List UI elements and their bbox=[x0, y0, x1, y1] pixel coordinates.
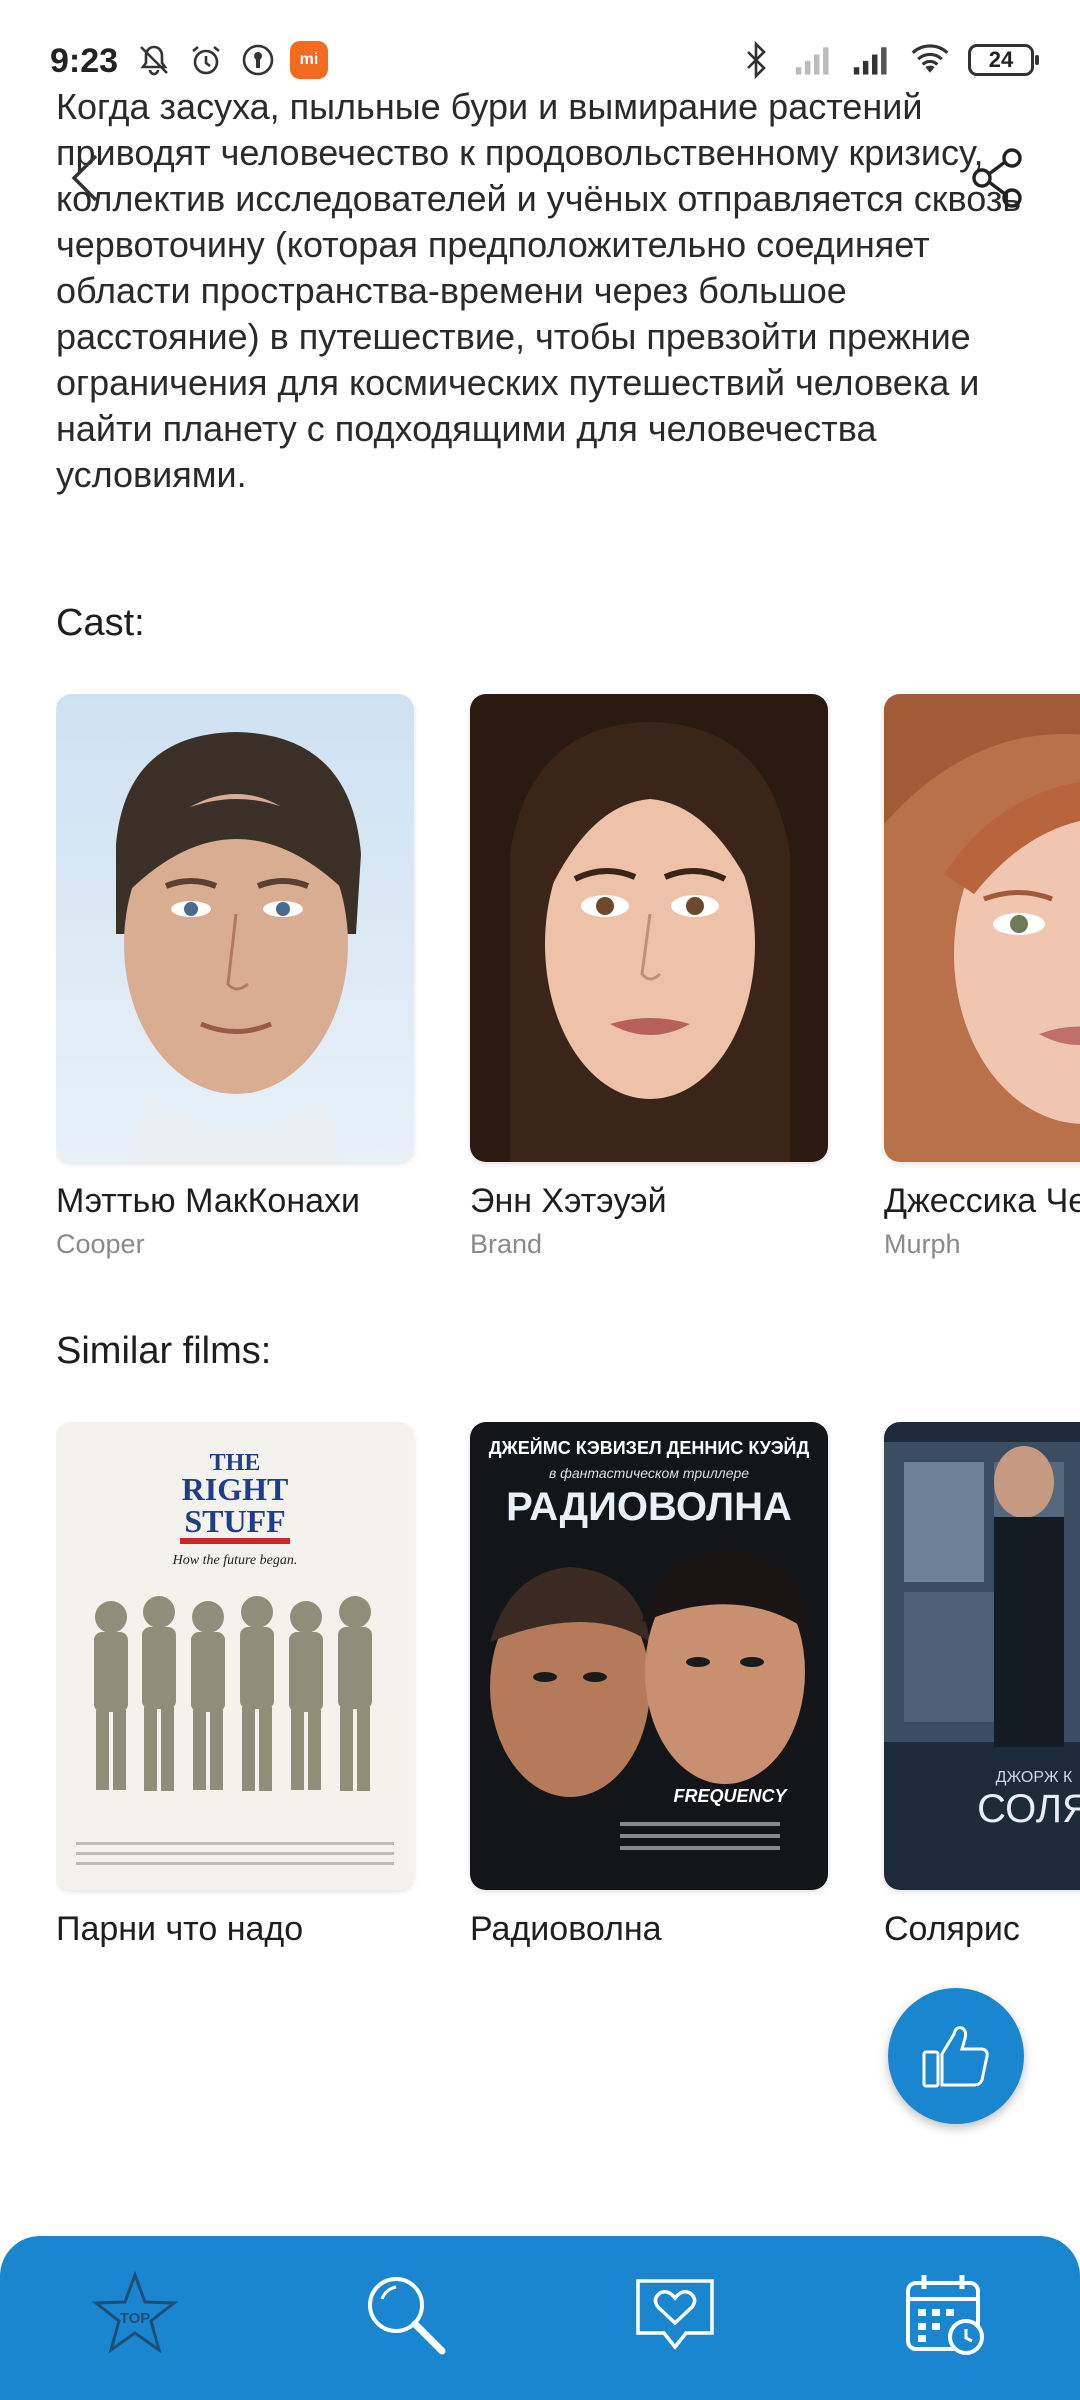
actor-role: Cooper bbox=[56, 1229, 145, 1259]
thumbs-up-icon bbox=[922, 2026, 989, 2088]
cast-card[interactable]: Энн Хэтэуэй Brand bbox=[470, 694, 828, 1260]
nav-search[interactable] bbox=[345, 2254, 465, 2374]
alarm-icon bbox=[186, 40, 226, 80]
film-title: Радиоволна bbox=[470, 1910, 662, 1948]
like-button[interactable] bbox=[888, 1988, 1024, 2124]
film-card[interactable]: ДЖОРЖ К СОЛЯ Солярис bbox=[884, 1422, 1080, 1949]
poster-text: РАДИОВОЛНА bbox=[506, 1485, 792, 1529]
actor-photo bbox=[56, 694, 414, 1162]
cast-card[interactable]: Джессика Честейн Murph bbox=[884, 694, 1080, 1260]
poster-text: How the future began. bbox=[172, 1553, 298, 1568]
bluetooth-icon bbox=[736, 40, 776, 80]
actor-role: Murph bbox=[884, 1229, 961, 1259]
poster-text: ДЖОРЖ К bbox=[996, 1769, 1073, 1786]
status-time: 9:23 bbox=[50, 42, 119, 80]
cast-section-title: Cast: bbox=[56, 602, 145, 644]
film-title: Солярис bbox=[884, 1910, 1020, 1948]
nav-top-label: TOP bbox=[120, 2310, 151, 2327]
nav-favorites[interactable] bbox=[615, 2254, 735, 2374]
actor-photo bbox=[884, 694, 1080, 1162]
calendar-clock-icon bbox=[906, 2275, 984, 2355]
nav-top-films[interactable]: TOP bbox=[75, 2254, 195, 2374]
bell-off-icon bbox=[134, 40, 174, 80]
poster-text: СОЛЯ bbox=[977, 1787, 1080, 1831]
film-poster: ДЖЕЙМС КЭВИЗЕЛ ДЕННИС КУЭЙД в фантастиче… bbox=[470, 1422, 828, 1890]
chevron-left-icon bbox=[71, 154, 98, 202]
similar-films-carousel[interactable]: THE RIGHT STUFF How the future began. Па… bbox=[56, 1422, 1080, 1962]
cast-carousel[interactable]: Мэттью МакКонахи Cooper Энн Хэтэуэй Bran… bbox=[56, 694, 1080, 1274]
actor-name: Мэттью МакКонахи bbox=[56, 1182, 360, 1220]
search-icon bbox=[368, 2277, 446, 2355]
actor-name: Джессика Честейн bbox=[884, 1182, 1080, 1220]
battery-indicator: 24 bbox=[968, 44, 1039, 76]
poster-text: FREQUENCY bbox=[673, 1786, 788, 1806]
signal-weak-icon bbox=[794, 40, 834, 80]
film-card[interactable]: ДЖЕЙМС КЭВИЗЕЛ ДЕННИС КУЭЙД в фантастиче… bbox=[470, 1422, 828, 1949]
nav-calendar[interactable] bbox=[885, 2254, 1005, 2374]
status-system-icons: 24 bbox=[736, 40, 1039, 80]
bottom-navigation: TOP bbox=[0, 2236, 1080, 2400]
mi-app-icon: mi bbox=[290, 41, 328, 79]
poster-text: ДЖЕЙМС КЭВИЗЕЛ ДЕННИС КУЭЙД bbox=[489, 1437, 810, 1458]
status-bar: 9:23 mi 24 bbox=[0, 0, 1080, 120]
cast-card[interactable]: Мэттью МакКонахи Cooper bbox=[56, 694, 414, 1260]
poster-text: RIGHT bbox=[182, 1471, 289, 1507]
actor-role: Brand bbox=[470, 1229, 543, 1259]
poster-text: STUFF bbox=[184, 1503, 285, 1539]
actor-name: Энн Хэтэуэй bbox=[470, 1182, 667, 1220]
share-icon bbox=[972, 148, 1022, 208]
film-title: Парни что надо bbox=[56, 1910, 304, 1948]
film-poster: THE RIGHT STUFF How the future began. bbox=[56, 1422, 414, 1890]
keyhole-icon bbox=[238, 40, 278, 80]
film-poster: ДЖОРЖ К СОЛЯ bbox=[884, 1422, 1080, 1890]
signal-icon bbox=[852, 40, 892, 80]
similar-section-title: Similar films: bbox=[56, 1330, 272, 1372]
share-button[interactable] bbox=[968, 146, 1028, 210]
actor-photo bbox=[470, 694, 828, 1162]
film-card[interactable]: THE RIGHT STUFF How the future began. Па… bbox=[56, 1422, 414, 1949]
heart-chat-icon bbox=[636, 2279, 714, 2350]
film-description: Когда засуха, пыльные бури и вымирание р… bbox=[56, 86, 1022, 495]
wifi-icon bbox=[910, 40, 950, 80]
poster-text: в фантастическом триллере bbox=[549, 1465, 749, 1481]
status-notification-icons: mi bbox=[134, 40, 328, 80]
top-star-icon: TOP bbox=[91, 2270, 179, 2354]
back-button[interactable] bbox=[58, 148, 118, 208]
